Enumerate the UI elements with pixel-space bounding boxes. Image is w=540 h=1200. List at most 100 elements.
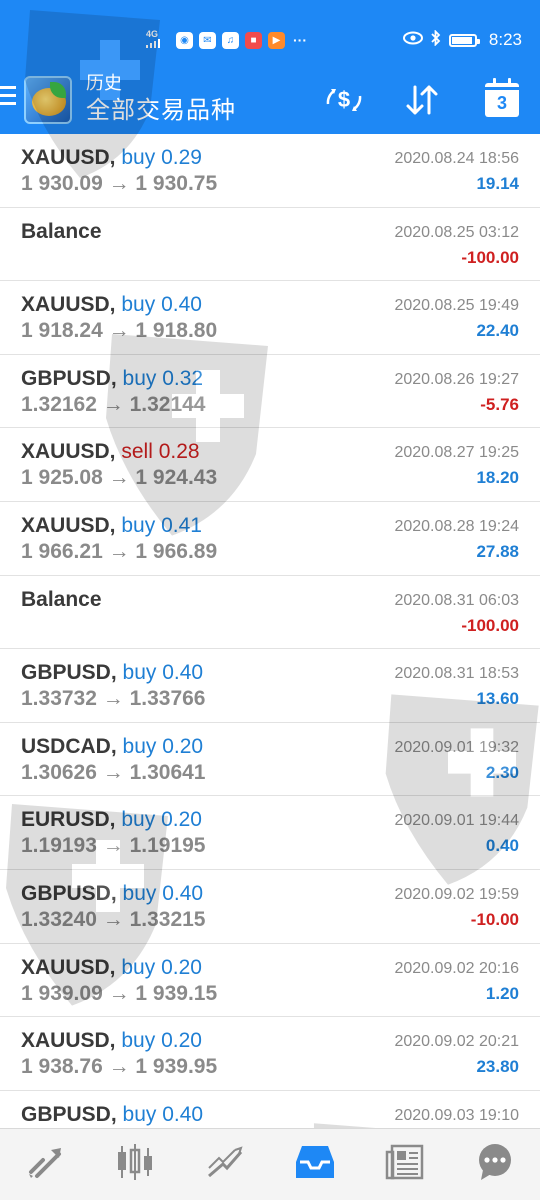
deal-type: buy 0.40 xyxy=(123,661,204,684)
currency-exchange-icon[interactable]: $ xyxy=(322,78,366,122)
deal-type: buy 0.29 xyxy=(121,146,202,169)
deal-volume: 0.40 xyxy=(161,293,202,317)
deal-row[interactable]: GBPUSD, buy 0.32 1.32162 → 1.32144 2020.… xyxy=(0,355,540,429)
deal-direction: buy xyxy=(122,734,157,758)
deal-type: buy 0.41 xyxy=(121,514,202,537)
deal-symbol: XAUUSD, xyxy=(21,146,116,169)
deal-row[interactable]: XAUUSD, buy 0.41 1 966.21 → 1 966.89 202… xyxy=(0,502,540,576)
deal-time: 2020.09.02 20:16 xyxy=(394,959,519,977)
nav-trade[interactable] xyxy=(180,1129,270,1200)
deal-symbol: XAUUSD, xyxy=(21,955,116,979)
deal-profit: 18.20 xyxy=(476,468,519,488)
deal-symbol-line: GBPUSD, buy 0.40 xyxy=(21,882,203,906)
deal-prices: 1 938.76 → 1 939.95 xyxy=(21,1055,218,1079)
deal-row[interactable]: Balance 2020.08.31 06:03 -100.00 xyxy=(0,576,540,650)
deal-type: buy 0.40 xyxy=(123,882,204,905)
battery-icon xyxy=(448,33,480,47)
app-icon-2: ✉ xyxy=(199,31,216,49)
bottom-navigation xyxy=(0,1128,540,1200)
deal-prices: 1 918.24 → 1 918.80 xyxy=(21,319,218,343)
deal-time: 2020.08.24 18:56 xyxy=(394,150,519,167)
status-bar: 4G ◉ ✉ ♫ ■ ▶ ··· 8:23 xyxy=(0,0,540,72)
deal-time: 2020.08.31 06:03 xyxy=(394,591,519,609)
deal-symbol: XAUUSD, xyxy=(21,1029,116,1053)
deal-volume: 0.40 xyxy=(162,881,204,905)
deal-prices: 1.30626 → 1.30641 xyxy=(21,760,206,784)
deal-time: 2020.08.28 19:24 xyxy=(394,517,519,535)
calendar-icon[interactable]: 3 xyxy=(480,78,524,122)
signal-icon: 4G xyxy=(146,30,170,50)
deal-row[interactable]: XAUUSD, buy 0.20 1 938.76 → 1 939.95 202… xyxy=(0,1017,540,1091)
menu-icon[interactable] xyxy=(0,86,16,106)
deal-time: 2020.08.26 19:27 xyxy=(394,370,519,388)
deal-direction: buy xyxy=(121,1029,156,1053)
deal-type: sell 0.28 xyxy=(121,440,199,463)
deal-row[interactable]: USDCAD, buy 0.20 1.30626 → 1.30641 2020.… xyxy=(0,723,540,797)
nav-quotes[interactable] xyxy=(0,1129,90,1200)
deal-profit: 2.30 xyxy=(485,762,519,782)
deal-volume: 0.20 xyxy=(161,955,202,979)
deal-symbol: GBPUSD, xyxy=(21,881,117,905)
deal-time: 2020.09.02 20:21 xyxy=(394,1033,519,1051)
deal-volume: 0.40 xyxy=(162,1102,204,1126)
deal-symbol: GBPUSD, xyxy=(21,1102,117,1126)
deal-symbol: USDCAD, xyxy=(21,734,117,758)
deal-symbol: Balance xyxy=(21,587,102,611)
deal-time: 2020.08.27 19:25 xyxy=(394,444,519,462)
deal-row[interactable]: GBPUSD, buy 0.40 1.33240 → 1.33215 2020.… xyxy=(0,870,540,944)
deal-row[interactable]: XAUUSD, sell 0.28 1 925.08 → 1 924.43 20… xyxy=(0,428,540,502)
deal-symbol: XAUUSD, xyxy=(21,440,116,464)
nav-news[interactable] xyxy=(360,1129,450,1200)
app-logo[interactable] xyxy=(24,76,72,124)
nav-chat[interactable] xyxy=(450,1129,540,1200)
deal-profit: -10.00 xyxy=(470,909,519,929)
deal-volume: 0.29 xyxy=(161,146,202,169)
deal-time: 2020.08.25 19:49 xyxy=(394,297,519,315)
nav-history[interactable] xyxy=(270,1129,360,1200)
deal-symbol-line: EURUSD, buy 0.20 xyxy=(21,808,202,832)
deal-row[interactable]: XAUUSD, buy 0.20 1 939.09 → 1 939.15 202… xyxy=(0,944,540,1018)
deal-row[interactable]: XAUUSD, buy 0.29 1 930.09 → 1 930.75 202… xyxy=(0,134,540,208)
deal-type: buy 0.20 xyxy=(121,808,202,831)
deal-row[interactable]: GBPUSD, buy 0.40 1.33732 → 1.33766 2020.… xyxy=(0,649,540,723)
deal-direction: buy xyxy=(121,955,156,979)
svg-text:$: $ xyxy=(338,87,350,112)
history-icon xyxy=(294,1142,336,1187)
deal-row[interactable]: Balance 2020.08.25 03:12 -100.00 xyxy=(0,208,540,282)
calendar-day: 3 xyxy=(496,93,507,113)
deal-time: 2020.09.03 19:10 xyxy=(394,1106,519,1124)
deal-symbol-line: GBPUSD, buy 0.40 xyxy=(21,1103,203,1127)
deal-profit: -5.76 xyxy=(480,394,519,414)
deal-prices: 1.33240 → 1.33215 xyxy=(21,907,206,931)
deal-type: buy 0.40 xyxy=(121,293,202,316)
app-icon-4: ■ xyxy=(245,31,262,49)
chart-icon xyxy=(114,1142,156,1187)
trade-icon xyxy=(205,1142,245,1187)
deal-symbol: XAUUSD, xyxy=(21,293,116,317)
chat-icon xyxy=(475,1142,515,1187)
symbol-filter[interactable]: 全部交易品种 xyxy=(86,96,236,126)
deal-profit: 13.60 xyxy=(476,689,519,709)
nav-chart[interactable] xyxy=(90,1129,180,1200)
deal-time: 2020.09.01 19:32 xyxy=(394,738,519,756)
deal-profit: 19.14 xyxy=(476,174,519,193)
deal-row[interactable]: XAUUSD, buy 0.40 1 918.24 → 1 918.80 202… xyxy=(0,281,540,355)
deal-type: buy 0.20 xyxy=(123,735,204,758)
deal-profit: -100.00 xyxy=(461,615,519,635)
deal-symbol: XAUUSD, xyxy=(21,513,116,537)
deal-prices: 1 925.08 → 1 924.43 xyxy=(21,466,218,490)
history-list[interactable]: XAUUSD, buy 0.29 1 930.09 → 1 930.75 202… xyxy=(0,134,540,1165)
deal-symbol: Balance xyxy=(21,219,102,243)
quotes-icon xyxy=(25,1142,65,1187)
sort-icon[interactable] xyxy=(400,78,444,122)
deal-row[interactable]: EURUSD, buy 0.20 1.19193 → 1.19195 2020.… xyxy=(0,796,540,870)
deal-profit: 0.40 xyxy=(485,836,519,856)
deal-direction: buy xyxy=(122,661,157,685)
deal-direction: buy xyxy=(122,366,157,390)
deal-direction: buy xyxy=(121,146,156,169)
app-icon-5: ▶ xyxy=(268,31,285,49)
deal-time: 2020.08.25 03:12 xyxy=(394,223,519,241)
deal-volume: 0.40 xyxy=(162,661,204,685)
deal-profit: 23.80 xyxy=(476,1057,519,1077)
deal-symbol-line: GBPUSD, buy 0.40 xyxy=(21,661,203,685)
